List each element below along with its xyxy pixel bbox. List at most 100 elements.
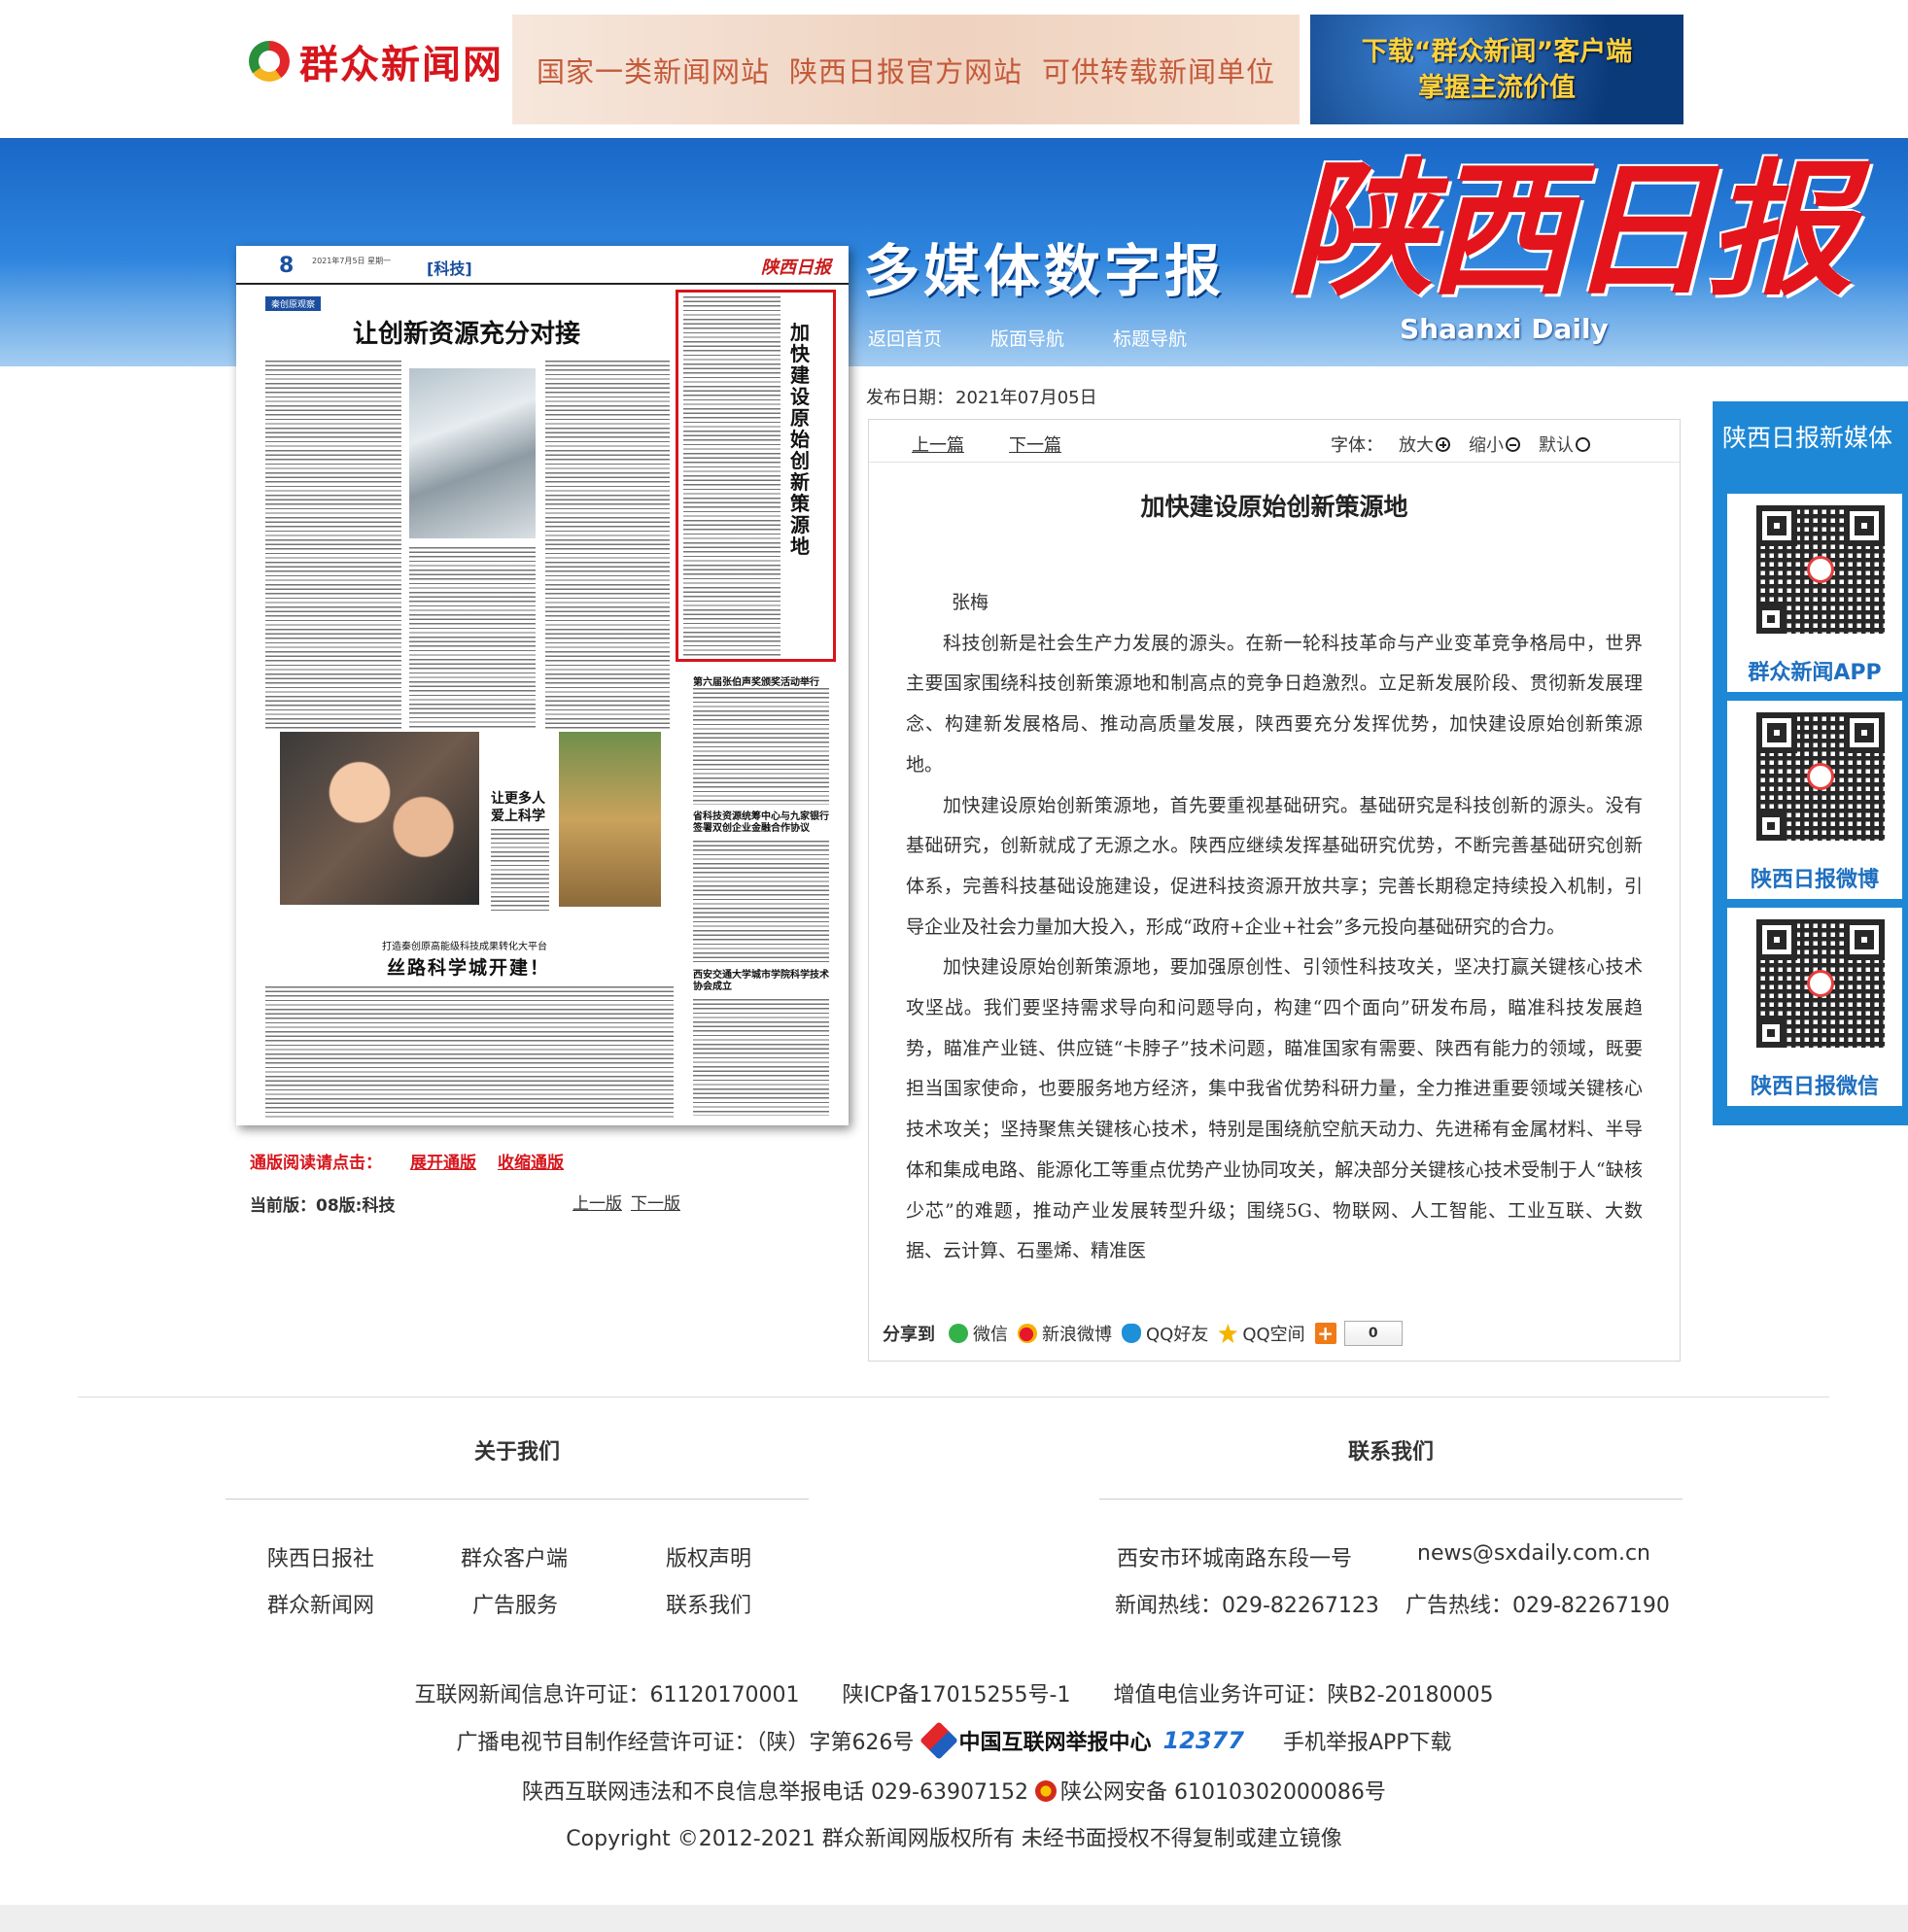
nav-page-navigation[interactable]: 版面导航	[990, 325, 1113, 351]
footer-email-link[interactable]: news@sxdaily.com.cn	[1417, 1541, 1650, 1566]
bottom-strip	[0, 1905, 1908, 1932]
footer-mobile-report-link[interactable]: 手机举报APP下载	[1283, 1725, 1452, 1756]
qr-code-icon	[1756, 712, 1885, 841]
collapse-full-page-link[interactable]: 收缩通版	[498, 1149, 564, 1173]
qr-logo	[1807, 763, 1834, 790]
share-bar: 分享到 微信 新浪微博 QQ好友 QQ空间 + 0	[869, 1306, 1680, 1361]
nav-home[interactable]: 返回首页	[868, 325, 990, 351]
police-badge-icon	[1034, 1780, 1057, 1802]
footer-link-client[interactable]: 群众客户端	[461, 1541, 568, 1572]
footer-link-copyright[interactable]: 版权声明	[666, 1541, 751, 1572]
qr-logo	[1807, 556, 1834, 583]
next-page-link[interactable]: 下一版	[631, 1190, 680, 1214]
article-body: 张梅 科技创新是社会生产力发展的源头。在新一轮科技革命与产业变革竞争格局中，世界…	[906, 583, 1643, 1295]
header-nav: 返回首页 版面导航 标题导航	[868, 325, 1235, 351]
share-wechat-label: 微信	[973, 1325, 1008, 1345]
newspaper-section: [科技]	[427, 259, 472, 278]
download-line-2: 掌握主流价值	[1418, 72, 1576, 103]
article-title: 加快建设原始创新策源地	[1140, 493, 1408, 521]
footer-report-line: 陕西互联网违法和不良信息举报电话 029-63907152 陕公网安备 6101…	[0, 1775, 1908, 1806]
footer-police-record-link[interactable]: 陕公网安备 61010302000086号	[1060, 1780, 1386, 1805]
newspaper-column-tag: 秦创原观察	[265, 296, 322, 311]
newspaper-text-block	[693, 999, 829, 1116]
footer-news-hotline: 新闻热线：029-82267123	[1115, 1594, 1379, 1618]
newspaper-text-block	[491, 829, 549, 912]
newspaper-vertical-title: 加快建设原始创新策源地	[790, 321, 810, 558]
beekeeping-photo	[559, 732, 661, 907]
qr-label-app: 群众新闻APP	[1748, 661, 1882, 685]
footer-copyright: Copyright ©2012-2021 群众新闻网版权所有 未经书面授权不得复…	[566, 1827, 1342, 1851]
slogan-3: 可供转载新闻单位	[1042, 54, 1276, 88]
share-count: 0	[1343, 1321, 1403, 1346]
newspaper-headline[interactable]: 让创新资源充分对接	[353, 314, 580, 350]
share-qq-button[interactable]: QQ好友	[1122, 1321, 1208, 1346]
prev-page-link[interactable]: 上一版	[572, 1190, 622, 1214]
full-read-label: 通版阅读请点击：	[250, 1154, 382, 1173]
download-app-banner[interactable]: 下载“群众新闻”客户端 掌握主流价值	[1310, 15, 1683, 124]
newspaper-text-block	[545, 361, 670, 730]
newspaper-text-block	[409, 547, 536, 730]
report-center-logo-icon	[919, 1721, 959, 1760]
share-qzone-button[interactable]: QQ空间	[1218, 1321, 1305, 1346]
footer-link-contact[interactable]: 联系我们	[666, 1588, 751, 1619]
badge-12377-link[interactable]: 12377	[1162, 1727, 1244, 1754]
qr-card-app[interactable]: 群众新闻APP	[1727, 494, 1902, 692]
qr-label-weibo: 陕西日报微博	[1750, 868, 1879, 892]
footer-link-shaanxi-daily[interactable]: 陕西日报社	[267, 1541, 374, 1572]
footer-about-underline	[225, 1499, 809, 1500]
site-logo[interactable]: 群众新闻网	[249, 27, 503, 95]
current-page-label: 当前版：08版:科技	[250, 1196, 396, 1216]
masthead-logo: 陕西日报	[1288, 145, 1854, 316]
publish-date: 2021年07月05日	[955, 388, 1097, 408]
footer-broadcast-license: 广播电视节目制作经营许可证：（陕）字第626号	[456, 1731, 915, 1755]
newspaper-text-block	[693, 688, 829, 805]
qr-code-icon	[1756, 505, 1885, 634]
slogan-banner: 国家一类新闻网站 陕西日报官方网站 可供转载新闻单位	[512, 15, 1300, 124]
footer-license-line: 互联网新闻信息许可证：61120170001 陕ICP备17015255号-1 …	[414, 1683, 1494, 1708]
article-toolbar: 上一篇 下一篇 字体： 放大 缩小 默认	[869, 420, 1680, 463]
slogan-1: 国家一类新闻网站	[536, 54, 770, 88]
qr-code-icon	[1756, 919, 1885, 1048]
prev-article-link[interactable]: 上一篇	[912, 431, 964, 457]
footer-ad-hotline: 广告热线：029-82267190	[1405, 1594, 1670, 1618]
newspaper-brief-1[interactable]: 第六届张伯声奖颁奖活动举行	[693, 673, 819, 688]
newspaper-page-image[interactable]: 8 2021年7月5日 星期一 [科技] 陕西日报 秦创原观察 让创新资源充分对…	[236, 246, 849, 1125]
multimedia-title: 多媒体数字报	[863, 238, 1226, 304]
slogan-2: 陕西日报官方网站	[788, 54, 1023, 88]
newspaper-brand: 陕西日报	[761, 258, 831, 278]
footer-link-qunzhong-news[interactable]: 群众新闻网	[267, 1588, 374, 1619]
weibo-icon	[1018, 1324, 1037, 1343]
share-qzone-label: QQ空间	[1242, 1325, 1305, 1345]
font-zoom-in-button[interactable]: 放大	[1399, 431, 1450, 457]
wechat-icon	[949, 1324, 968, 1343]
newspaper-brief-2[interactable]: 省科技资源统筹中心与九家银行签署双创企业金融合作协议	[693, 811, 829, 835]
plus-circle-icon	[1436, 437, 1450, 452]
qq-icon	[1122, 1324, 1141, 1343]
font-default-label: 默认	[1539, 435, 1574, 456]
footer-about-title: 关于我们	[473, 1440, 560, 1465]
newspaper-brief-3[interactable]: 西安交通大学城市学院科学技术协会成立	[693, 970, 829, 993]
share-more-icon[interactable]: +	[1314, 1323, 1336, 1344]
newspaper-kids-title[interactable]: 让更多人爱上科学	[491, 790, 549, 825]
newspaper-silk-title[interactable]: 丝路科学城开建！	[387, 953, 550, 980]
nav-title-navigation[interactable]: 标题导航	[1113, 325, 1235, 351]
publish-date-label: 发布日期：	[866, 388, 954, 408]
newspaper-date-line: 2021年7月5日 星期一	[312, 257, 392, 265]
share-weibo-label: 新浪微博	[1042, 1325, 1112, 1345]
expand-full-page-link[interactable]: 展开通版	[410, 1149, 476, 1173]
font-default-button[interactable]: 默认	[1539, 431, 1590, 457]
qr-card-wechat[interactable]: 陕西日报微信	[1727, 908, 1902, 1106]
newspaper-text-block	[265, 986, 674, 1118]
qr-logo	[1807, 970, 1834, 997]
newspaper-text-block	[693, 841, 829, 962]
top-bar: 群众新闻网 国家一类新闻网站 陕西日报官方网站 可供转载新闻单位 下载“群众新闻…	[0, 0, 1908, 138]
font-zoom-out-button[interactable]: 缩小	[1469, 431, 1520, 457]
report-center-link[interactable]: 中国互联网举报中心	[919, 1721, 1151, 1760]
share-wechat-button[interactable]: 微信	[949, 1321, 1008, 1346]
minus-circle-icon	[1506, 437, 1520, 452]
footer-link-ad-service[interactable]: 广告服务	[472, 1588, 558, 1619]
share-weibo-button[interactable]: 新浪微博	[1018, 1321, 1112, 1346]
footer-contact-title: 联系我们	[1347, 1440, 1434, 1465]
qr-card-weibo[interactable]: 陕西日报微博	[1727, 701, 1902, 899]
next-article-link[interactable]: 下一篇	[1009, 431, 1061, 457]
